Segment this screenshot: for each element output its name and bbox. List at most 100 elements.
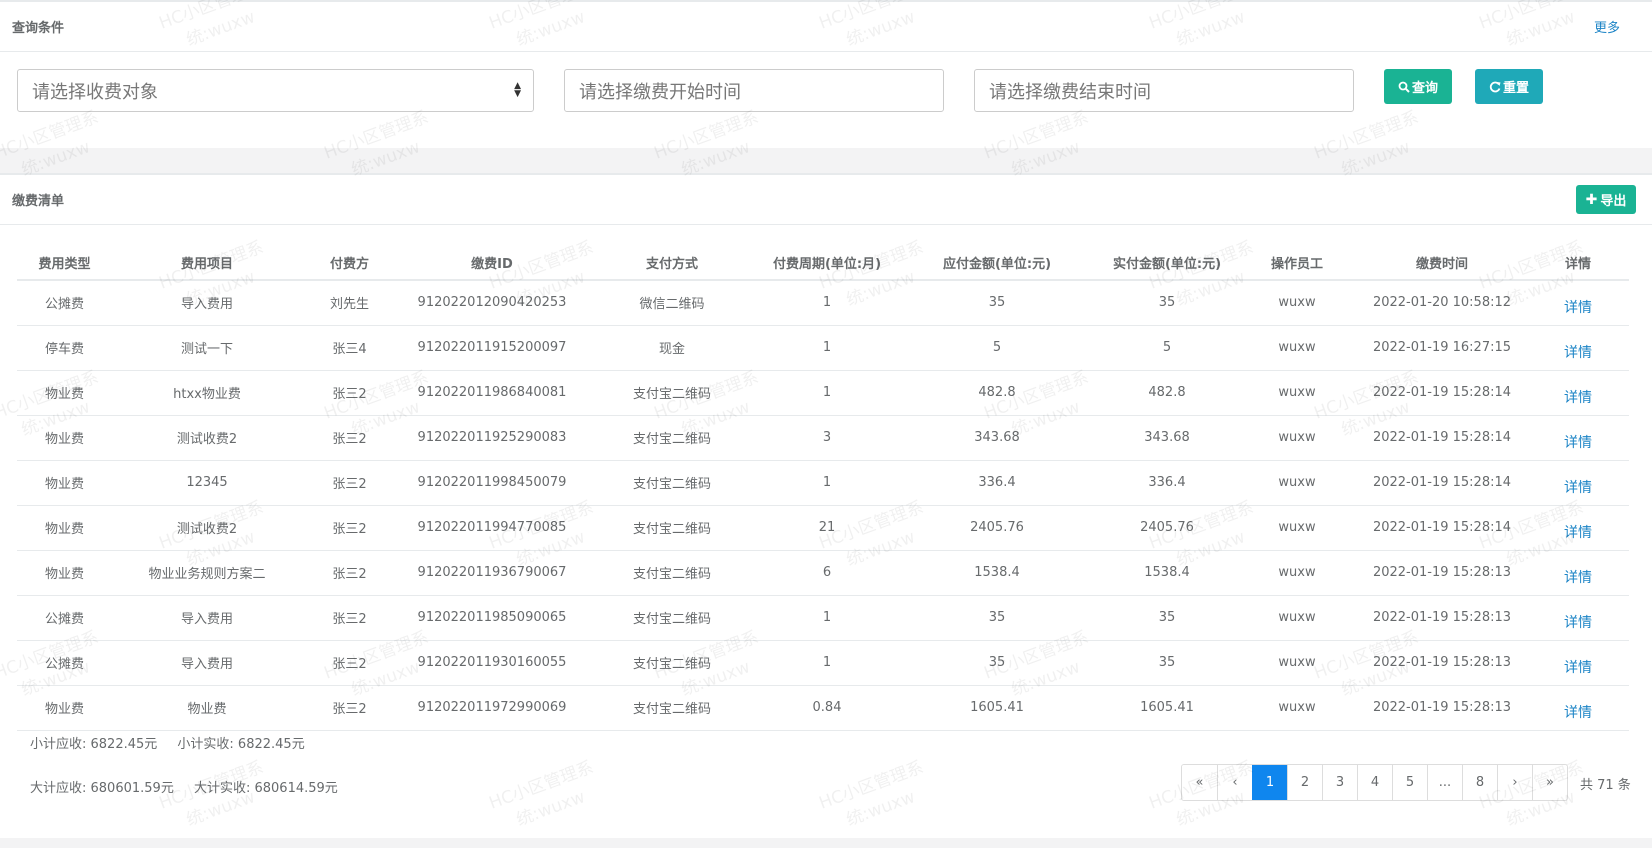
page-button[interactable]: 3 bbox=[1322, 765, 1357, 800]
page-button[interactable]: 1 bbox=[1252, 765, 1287, 800]
cell-payer: 张三2 bbox=[302, 370, 397, 416]
cell-operator: wuxw bbox=[1237, 370, 1357, 416]
cell-pay-time: 2022-01-19 15:28:14 bbox=[1357, 370, 1527, 416]
cell-pay-time: 2022-01-19 15:28:13 bbox=[1357, 640, 1527, 686]
reset-button-label: 重置 bbox=[1502, 81, 1529, 96]
page-button[interactable]: ‹ bbox=[1217, 765, 1252, 800]
export-button[interactable]: ✚ 导出 bbox=[1576, 185, 1636, 214]
cell-operator: wuxw bbox=[1237, 280, 1357, 326]
list-panel-header: 缴费清单 ✚ 导出 bbox=[0, 175, 1652, 225]
cell-receivable: 5 bbox=[897, 325, 1097, 371]
cell-receivable: 1605.41 bbox=[897, 685, 1097, 731]
cell-operator: wuxw bbox=[1237, 505, 1357, 551]
cell-fee-type: 停车费 bbox=[17, 325, 112, 371]
col-detail: 详情 bbox=[1527, 245, 1629, 281]
col-receivable: 应付金额(单位:元) bbox=[897, 245, 1097, 281]
cell-fee-type: 物业费 bbox=[17, 370, 112, 416]
cell-payer: 张三2 bbox=[302, 685, 397, 731]
cell-pay-time: 2022-01-19 15:28:14 bbox=[1357, 460, 1527, 506]
cell-payment-id: 912022011925290083 bbox=[397, 415, 587, 461]
query-panel-title: 查询条件 bbox=[12, 21, 65, 36]
subtotal-received: 小计实收: 6822.45元 bbox=[177, 737, 305, 752]
cell-detail: 详情 bbox=[1527, 325, 1629, 371]
detail-link[interactable]: 详情 bbox=[1564, 390, 1592, 406]
cell-detail: 详情 bbox=[1527, 370, 1629, 416]
list-panel-title: 缴费清单 bbox=[12, 194, 65, 209]
cell-detail: 详情 bbox=[1527, 640, 1629, 686]
table-body: 公摊费 导入费用 刘先生 912022012090420253 微信二维码 1 35 35 wu… bbox=[17, 280, 1629, 731]
cell-receivable: 35 bbox=[897, 595, 1097, 641]
cell-fee-item: 物业费 bbox=[112, 685, 302, 731]
query-button[interactable]: 查询 bbox=[1384, 69, 1452, 104]
page-button[interactable]: ... bbox=[1427, 765, 1462, 800]
col-operator: 操作员工 bbox=[1237, 245, 1357, 281]
total-receivable: 大计应收: 680601.59元 bbox=[30, 781, 174, 796]
col-cycle: 付费周期(单位:月) bbox=[757, 245, 897, 281]
detail-link[interactable]: 详情 bbox=[1564, 705, 1592, 721]
cell-payment-method: 支付宝二维码 bbox=[587, 415, 757, 461]
table-header-row: 费用类型 费用项目 付费方 缴费ID 支付方式 付费周期(单位:月) 应付金额(… bbox=[17, 245, 1629, 281]
page-button[interactable]: 5 bbox=[1392, 765, 1427, 800]
cell-payer: 张三2 bbox=[302, 460, 397, 506]
cell-fee-item: 测试一下 bbox=[112, 325, 302, 371]
cell-payment-method: 支付宝二维码 bbox=[587, 595, 757, 641]
select-arrows-icon: ▲ ▼ bbox=[514, 81, 521, 99]
cell-operator: wuxw bbox=[1237, 685, 1357, 731]
page-button[interactable]: 2 bbox=[1287, 765, 1322, 800]
cell-payment-method: 微信二维码 bbox=[587, 280, 757, 326]
fee-object-select[interactable]: 请选择收费对象 ▲ ▼ bbox=[17, 69, 534, 112]
table-row: 停车费 测试一下 张三4 912022011915200097 现金 1 5 5 wuxw 202… bbox=[17, 325, 1629, 371]
cell-payer: 刘先生 bbox=[302, 280, 397, 326]
cell-detail: 详情 bbox=[1527, 595, 1629, 641]
pagination: «‹ 1 2 3 4 5... 8 ›» bbox=[1181, 764, 1568, 801]
cell-fee-item: 物业业务规则方案二 bbox=[112, 550, 302, 596]
table-row: 物业费 htxx物业费 张三2 912022011986840081 支付宝二维码 1 48… bbox=[17, 370, 1629, 416]
detail-link[interactable]: 详情 bbox=[1564, 345, 1592, 361]
cell-receivable: 336.4 bbox=[897, 460, 1097, 506]
grand-totals: 大计应收: 680601.59元 大计实收: 680614.59元 bbox=[30, 777, 354, 796]
page-button[interactable]: 8 bbox=[1462, 765, 1497, 800]
cell-payer: 张三2 bbox=[302, 550, 397, 596]
cell-detail: 详情 bbox=[1527, 685, 1629, 731]
cell-received: 336.4 bbox=[1097, 460, 1237, 506]
cell-fee-type: 物业费 bbox=[17, 550, 112, 596]
page-button[interactable]: » bbox=[1532, 765, 1567, 800]
cell-received: 35 bbox=[1097, 595, 1237, 641]
detail-link[interactable]: 详情 bbox=[1564, 615, 1592, 631]
cell-detail: 详情 bbox=[1527, 550, 1629, 596]
start-time-placeholder: 请选择缴费开始时间 bbox=[579, 81, 741, 103]
cell-fee-type: 物业费 bbox=[17, 685, 112, 731]
fee-object-select-label: 请选择收费对象 bbox=[32, 81, 158, 103]
cell-payment-id: 912022011994770085 bbox=[397, 505, 587, 551]
page-button[interactable]: › bbox=[1497, 765, 1532, 800]
cell-pay-time: 2022-01-19 16:27:15 bbox=[1357, 325, 1527, 371]
cell-payer: 张三4 bbox=[302, 325, 397, 371]
cell-operator: wuxw bbox=[1237, 325, 1357, 371]
table-row: 物业费 物业费 张三2 912022011972990069 支付宝二维码 0.84 160… bbox=[17, 685, 1629, 731]
page-button[interactable]: « bbox=[1182, 765, 1217, 800]
cell-operator: wuxw bbox=[1237, 460, 1357, 506]
detail-link[interactable]: 详情 bbox=[1564, 435, 1592, 451]
cell-payment-id: 912022012090420253 bbox=[397, 280, 587, 326]
cell-detail: 详情 bbox=[1527, 505, 1629, 551]
end-time-input[interactable]: 请选择缴费结束时间 bbox=[974, 69, 1354, 112]
reset-button[interactable]: 重置 bbox=[1475, 69, 1543, 104]
cell-pay-time: 2022-01-19 15:28:14 bbox=[1357, 415, 1527, 461]
detail-link[interactable]: 详情 bbox=[1564, 525, 1592, 541]
cell-payer: 张三2 bbox=[302, 640, 397, 686]
col-payment-method: 支付方式 bbox=[587, 245, 757, 281]
detail-link[interactable]: 详情 bbox=[1564, 480, 1592, 496]
start-time-input[interactable]: 请选择缴费开始时间 bbox=[564, 69, 944, 112]
detail-link[interactable]: 详情 bbox=[1564, 660, 1592, 676]
cell-payment-id: 912022011985090065 bbox=[397, 595, 587, 641]
cell-pay-time: 2022-01-19 15:28:13 bbox=[1357, 595, 1527, 641]
detail-link[interactable]: 详情 bbox=[1564, 300, 1592, 316]
more-link[interactable]: 更多 bbox=[1594, 17, 1620, 36]
cell-pay-time: 2022-01-19 15:28:13 bbox=[1357, 685, 1527, 731]
detail-link[interactable]: 详情 bbox=[1564, 570, 1592, 586]
cell-cycle: 1 bbox=[757, 595, 897, 641]
page-button[interactable]: 4 bbox=[1357, 765, 1392, 800]
cell-receivable: 2405.76 bbox=[897, 505, 1097, 551]
cell-received: 482.8 bbox=[1097, 370, 1237, 416]
cell-payment-id: 912022011930160055 bbox=[397, 640, 587, 686]
